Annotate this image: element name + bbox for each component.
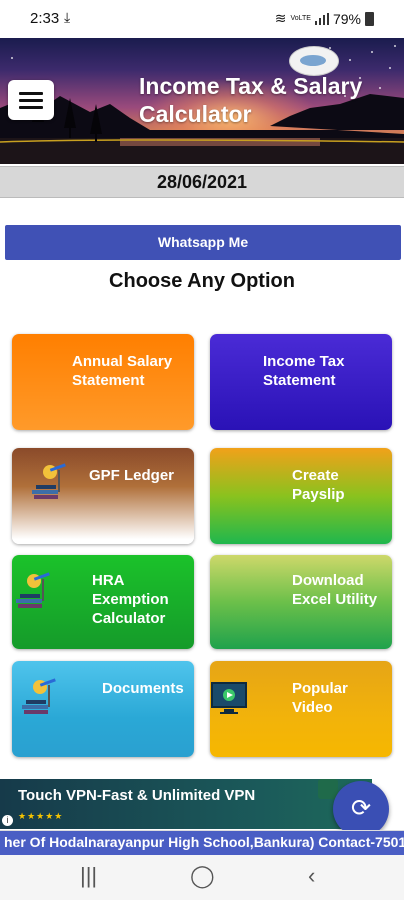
tile-label: GPF Ledger <box>89 467 175 484</box>
ticker-text: her Of Hodalnarayanpur High School,Banku… <box>4 834 404 850</box>
signal-icon <box>314 12 329 25</box>
download-icon: ⤓ <box>64 9 71 25</box>
scrolling-ticker: her Of Hodalnarayanpur High School,Banku… <box>0 830 404 855</box>
system-nav-bar: ||| ◯ ‹ <box>0 855 404 900</box>
home-icon[interactable]: ◯ <box>190 863 215 889</box>
create-payslip-button[interactable]: Create Payslip <box>210 448 392 544</box>
download-excel-utility-button[interactable]: Download Excel Utility <box>210 555 392 649</box>
ad-banner[interactable]: Touch VPN-Fast & Unlimited VPN ★★★★★ i <box>0 779 372 829</box>
back-icon[interactable]: ‹ <box>308 863 315 889</box>
status-bar: 2:33 ⤓ ≋ VoLTE 79% <box>0 0 404 38</box>
tile-label: Annual Salary <box>72 353 173 370</box>
date-display: 28/06/2021 <box>0 166 404 198</box>
documents-button[interactable]: Documents <box>12 661 194 757</box>
ad-text: Touch VPN-Fast & Unlimited VPN <box>18 787 256 804</box>
header-banner: Income Tax & Salary Calculator <box>0 38 404 164</box>
app-title-line1: Income Tax & Salary <box>139 73 363 99</box>
status-time: 2:33 <box>30 10 60 27</box>
hamburger-icon[interactable] <box>8 80 54 120</box>
battery-percent: 79% <box>332 10 361 27</box>
teacher-books-icon <box>16 572 50 608</box>
hra-exemption-calculator-button[interactable]: HRA Exemption Calculator <box>12 555 194 649</box>
teacher-books-icon <box>22 678 56 714</box>
tile-label: HRA <box>92 572 125 589</box>
video-screen-icon <box>211 682 247 714</box>
tile-label: Exemption <box>92 591 169 608</box>
tile-label: Excel Utility <box>292 591 378 608</box>
page-heading: Choose Any Option <box>109 270 295 292</box>
wifi-icon: ≋ <box>274 10 287 26</box>
whatsapp-button[interactable]: Whatsapp Me <box>5 225 401 260</box>
refresh-icon[interactable]: ⟳ <box>333 781 389 837</box>
app-title-line2: Calculator <box>139 101 252 127</box>
annual-salary-statement-button[interactable]: Annual Salary Statement <box>12 334 194 430</box>
popular-video-button[interactable]: Popular Video <box>210 661 392 757</box>
battery-icon <box>365 11 374 26</box>
ad-rating-stars: ★★★★★ <box>18 811 64 821</box>
gpf-ledger-button[interactable]: GPF Ledger <box>12 448 194 544</box>
tile-label: Documents <box>102 680 184 697</box>
tile-label: Video <box>292 699 333 716</box>
tile-label: Income Tax <box>263 353 345 370</box>
tile-label: Create <box>292 467 339 484</box>
tile-label: Statement <box>72 372 145 389</box>
tile-label: Statement <box>263 372 336 389</box>
tile-label: Payslip <box>292 486 345 503</box>
tile-label: Download <box>292 572 364 589</box>
recent-apps-icon[interactable]: ||| <box>80 863 97 889</box>
app-title: Income Tax & Salary Calculator <box>139 72 379 128</box>
ad-info-icon[interactable]: i <box>2 815 13 826</box>
status-right: ≋ VoLTE 79% <box>275 10 374 27</box>
network-label: VoLTE <box>290 15 311 22</box>
teacher-books-icon <box>32 463 66 499</box>
tile-label: Popular <box>292 680 348 697</box>
income-tax-statement-button[interactable]: Income Tax Statement <box>210 334 392 430</box>
tile-label: Calculator <box>92 610 166 627</box>
